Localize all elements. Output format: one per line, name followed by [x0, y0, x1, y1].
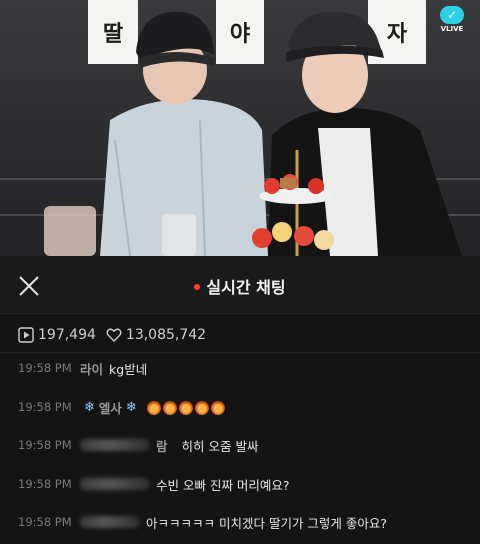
chat-header: 실시간 채팅	[0, 256, 480, 314]
live-dot-icon	[194, 283, 201, 290]
chat-title-label: 실시간 채팅	[206, 278, 286, 297]
chat-message[interactable]: 19:58 PM 수빈 오빠 진짜 머리예요?	[18, 473, 290, 495]
emoji-group	[146, 399, 227, 415]
emoji-icon	[178, 400, 193, 415]
message-nick: 엘사	[98, 400, 122, 416]
chat-message[interactable]: 19:58 PM 아ㅋㅋㅋㅋㅋ 미치겠다 딸기가 그렇게 좋아요?	[18, 511, 387, 533]
play-icon	[18, 327, 34, 343]
message-text: 히히 오줌 발싸	[181, 438, 259, 454]
vlive-icon: ✓	[440, 6, 464, 24]
video-scene	[44, 11, 462, 256]
divider	[0, 352, 480, 353]
stats-bar: 197,494 13,085,742	[18, 324, 216, 346]
message-time: 19:58 PM	[18, 438, 72, 452]
emoji-icon	[162, 400, 177, 415]
chat-message[interactable]: 19:58 PM 람 히히 오줌 발싸	[18, 434, 258, 456]
redacted-nick	[80, 516, 140, 528]
chat-message[interactable]: 19:58 PM ❄ 엘사 ❄	[18, 396, 227, 418]
like-count: 13,085,742	[106, 327, 206, 343]
snowflake-icon: ❄	[84, 399, 95, 415]
view-count-value: 197,494	[38, 327, 96, 343]
emoji-icon	[146, 400, 161, 415]
emoji-icon	[194, 400, 209, 415]
message-time: 19:58 PM	[18, 361, 72, 375]
chat-title: 실시간 채팅	[0, 274, 480, 298]
message-nick: 라이	[80, 361, 104, 377]
vlive-logo: ✓ VLIVE	[434, 6, 470, 34]
chat-message[interactable]: 19:58 PM 라이 kg받네	[18, 357, 147, 379]
message-nick: 람	[156, 438, 168, 454]
snowflake-icon: ❄	[125, 399, 137, 415]
redacted-nick	[80, 439, 150, 451]
message-time: 19:58 PM	[18, 477, 72, 491]
like-count-value: 13,085,742	[125, 327, 207, 343]
heart-icon	[106, 328, 122, 342]
vlive-label: VLIVE	[440, 25, 464, 33]
redacted-nick	[80, 478, 150, 490]
message-time: 19:58 PM	[18, 400, 72, 414]
emoji-icon	[210, 400, 225, 415]
view-count: 197,494	[18, 327, 96, 343]
message-text: 수빈 오빠 진짜 머리예요?	[156, 477, 290, 493]
video-player[interactable]: 딸 야 자 ✓ VLIVE	[0, 0, 480, 256]
message-text: kg받네	[109, 361, 148, 377]
message-time: 19:58 PM	[18, 515, 72, 529]
message-text: 아ㅋㅋㅋㅋㅋ 미치겠다 딸기가 그렇게 좋아요?	[146, 515, 388, 531]
